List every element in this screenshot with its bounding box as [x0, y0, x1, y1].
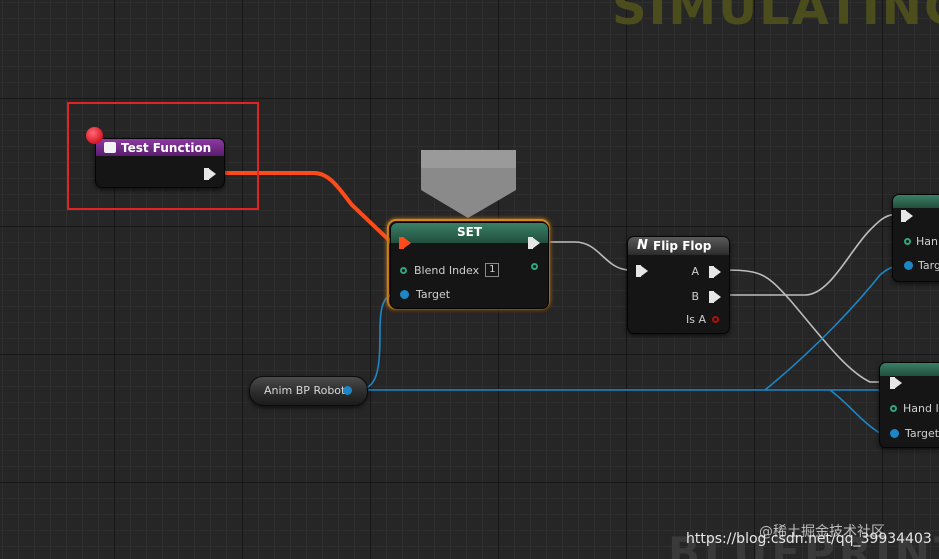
- exec-in-icon: [636, 265, 648, 277]
- function-icon: [104, 142, 116, 153]
- right-top-exec-in[interactable]: [901, 210, 913, 222]
- blend-index-out[interactable]: [531, 263, 538, 270]
- target-pin-icon: [904, 261, 913, 270]
- blueprint-graph-canvas[interactable]: SIMULATING BLUEPRINT Test Function SET B…: [0, 0, 939, 559]
- test-function-node[interactable]: Test Function: [95, 138, 225, 188]
- flip-flop-node[interactable]: N Flip Flop A B Is A: [627, 236, 730, 334]
- exec-out-icon: [709, 265, 721, 278]
- blend-index-pin-icon: [400, 266, 407, 274]
- flip-flop-b-out[interactable]: B: [691, 290, 721, 303]
- set-target-label: Target: [416, 288, 451, 301]
- right-top-header: [893, 195, 939, 208]
- right-bottom-target-label: Target: [905, 427, 939, 440]
- hand-pin-icon: [904, 238, 911, 245]
- right-top-hand-label: Han: [916, 235, 938, 248]
- set-node[interactable]: SET Blend Index 1 Target: [390, 222, 549, 309]
- flip-flop-a-label: A: [691, 265, 699, 278]
- set-target-pin[interactable]: Target: [400, 288, 450, 301]
- flip-flop-a-out[interactable]: A: [691, 265, 721, 278]
- exec-out-icon: [204, 168, 216, 180]
- exec-wire-set-to-flipflop: [540, 241, 631, 271]
- right-top-target-pin[interactable]: Targ: [904, 259, 939, 272]
- right-bottom-target-pin[interactable]: Target: [890, 427, 939, 440]
- right-bottom-hand-label: Hand I: [903, 402, 939, 415]
- object-pin-icon[interactable]: [343, 386, 352, 395]
- flip-flop-title: Flip Flop: [653, 239, 712, 253]
- exec-in-icon: [890, 377, 902, 389]
- right-bottom-exec-in[interactable]: [890, 377, 902, 389]
- set-header: SET: [391, 223, 548, 243]
- target-pin-icon: [400, 290, 409, 299]
- blend-index-out-icon: [531, 263, 538, 270]
- target-pin-icon: [890, 429, 899, 438]
- flip-flop-is-a-label: Is A: [686, 313, 706, 326]
- anim-bp-robot-variable[interactable]: Anim BP Robot: [249, 376, 368, 406]
- csdn-watermark: https://blog.csdn.net/qq_39934403: [686, 531, 932, 547]
- blend-index-input[interactable]: 1: [485, 263, 500, 277]
- right-bottom-hand-pin[interactable]: Hand I: [890, 402, 939, 415]
- flip-flop-is-a-out[interactable]: Is A: [686, 313, 719, 326]
- right-top-target-label: Targ: [918, 259, 939, 272]
- exec-in-icon: [399, 237, 411, 249]
- exec-out-icon: [528, 237, 540, 249]
- flip-flop-header: N Flip Flop: [628, 237, 729, 255]
- right-bottom-header: [880, 363, 939, 376]
- exec-out-icon: [709, 290, 721, 303]
- flip-flop-b-label: B: [691, 290, 699, 303]
- test-function-title: Test Function: [121, 141, 212, 155]
- set-exec-in[interactable]: [399, 237, 411, 249]
- set-title: SET: [456, 225, 483, 239]
- blend-index-label: Blend Index: [414, 263, 480, 277]
- anim-bp-robot-label: Anim BP Robot: [264, 384, 346, 397]
- flip-flop-exec-in[interactable]: [636, 265, 648, 277]
- right-top-hand-pin[interactable]: Han: [904, 235, 938, 248]
- right-bottom-node[interactable]: Hand I Target: [879, 362, 939, 448]
- exec-wire-a-to-node: [719, 269, 890, 383]
- test-function-header: Test Function: [96, 139, 224, 156]
- flipflop-icon: N: [637, 238, 648, 253]
- breakpoint-icon[interactable]: [86, 127, 103, 144]
- bool-pin-icon: [712, 316, 719, 323]
- blend-index-pin[interactable]: Blend Index 1: [400, 263, 500, 277]
- hand-pin-icon: [890, 405, 897, 412]
- test-function-exec-out[interactable]: [204, 168, 216, 180]
- exec-in-icon: [901, 210, 913, 222]
- set-exec-out[interactable]: [528, 237, 540, 249]
- right-top-node[interactable]: Han Targ: [892, 194, 939, 282]
